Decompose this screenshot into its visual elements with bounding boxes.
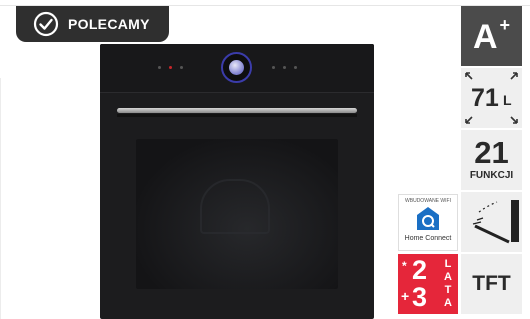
display-type-tile: TFT — [461, 254, 522, 314]
home-connect-icon — [417, 207, 439, 230]
panel-indicators-left — [158, 66, 183, 70]
left-divider — [0, 78, 1, 319]
oven-rack — [200, 179, 270, 234]
handle-shadow — [117, 114, 357, 117]
warranty-plus: + — [401, 288, 410, 304]
warranty-asterisk: * — [402, 259, 407, 273]
badge-label: POLECAMY — [68, 16, 150, 32]
energy-class-plus: + — [499, 15, 511, 35]
warranty-unit-letter: A — [444, 297, 452, 309]
energy-class-tile: A + — [461, 6, 522, 66]
oven-knob — [221, 52, 252, 83]
warranty-unit-letter: T — [444, 284, 452, 296]
energy-class-grade: A — [472, 18, 498, 56]
home-connect-label: Home Connect — [404, 235, 452, 242]
warranty-unit: L A T A — [442, 258, 454, 310]
functions-tile: 21 FUNKCJI — [461, 130, 522, 190]
warranty-badge: * 2 + 3 L A T A — [398, 254, 458, 314]
check-circle-icon — [33, 11, 59, 37]
functions-label: FUNKCJI — [469, 170, 514, 181]
door-hinge-icon — [472, 200, 519, 244]
warranty-unit-letter: A — [444, 271, 452, 283]
warranty-unit-letter: L — [444, 258, 452, 270]
home-connect-subtitle: WBUDOWANE WIFI — [405, 198, 451, 204]
functions-count: 21 — [474, 135, 509, 170]
warranty-base-years: 2 — [412, 255, 428, 285]
oven-handle — [117, 108, 357, 113]
recommended-badge: POLECAMY — [16, 6, 169, 42]
home-connect-tile: WBUDOWANE WIFI Home Connect — [398, 194, 458, 251]
capacity-unit: L — [503, 92, 512, 108]
display-type-label: TFT — [472, 272, 511, 295]
door-hinge-tile — [461, 192, 522, 252]
panel-divider — [100, 92, 374, 93]
capacity-tile: 71 L — [461, 68, 522, 128]
panel-indicators-right — [272, 66, 297, 70]
product-image[interactable] — [100, 44, 374, 319]
capacity-value: 71 — [471, 84, 499, 112]
warranty-extra-years: 3 — [412, 282, 428, 312]
